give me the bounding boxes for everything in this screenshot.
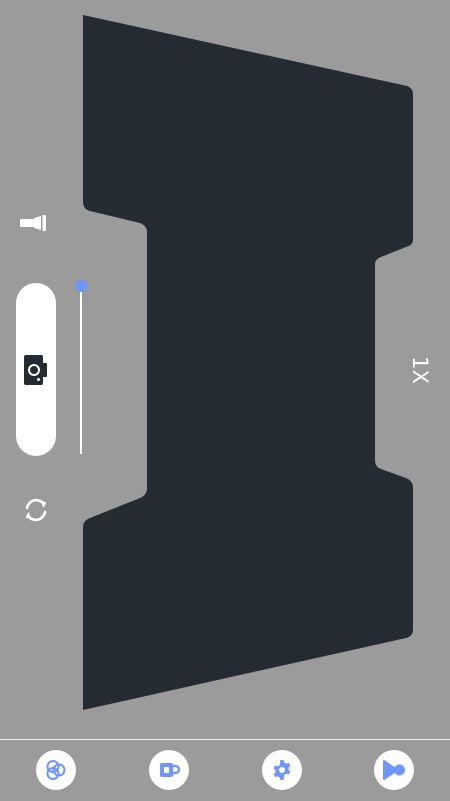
settings-button[interactable] [262,750,302,790]
switch-camera-icon [25,498,47,522]
camera-icon [24,354,47,385]
video-record-icon [383,760,405,780]
shutter-button[interactable] [16,283,56,456]
zoom-level-label[interactable]: 1X [408,350,432,390]
camera-viewfinder[interactable] [0,0,450,738]
filters-icon [46,760,66,780]
flashlight-icon [20,215,46,231]
switch-camera-button[interactable] [20,494,52,526]
zoom-slider[interactable] [72,280,90,456]
stickers-button[interactable] [149,750,189,790]
video-record-button[interactable] [374,750,414,790]
bottom-navigation-bar [0,739,450,801]
flashlight-button[interactable] [18,212,48,234]
viewfinder-frame [83,15,413,710]
cup-icon [160,763,181,777]
zoom-track [80,286,82,454]
filters-button[interactable] [36,750,76,790]
zoom-slider-thumb[interactable] [75,280,87,292]
gear-icon [273,760,291,780]
